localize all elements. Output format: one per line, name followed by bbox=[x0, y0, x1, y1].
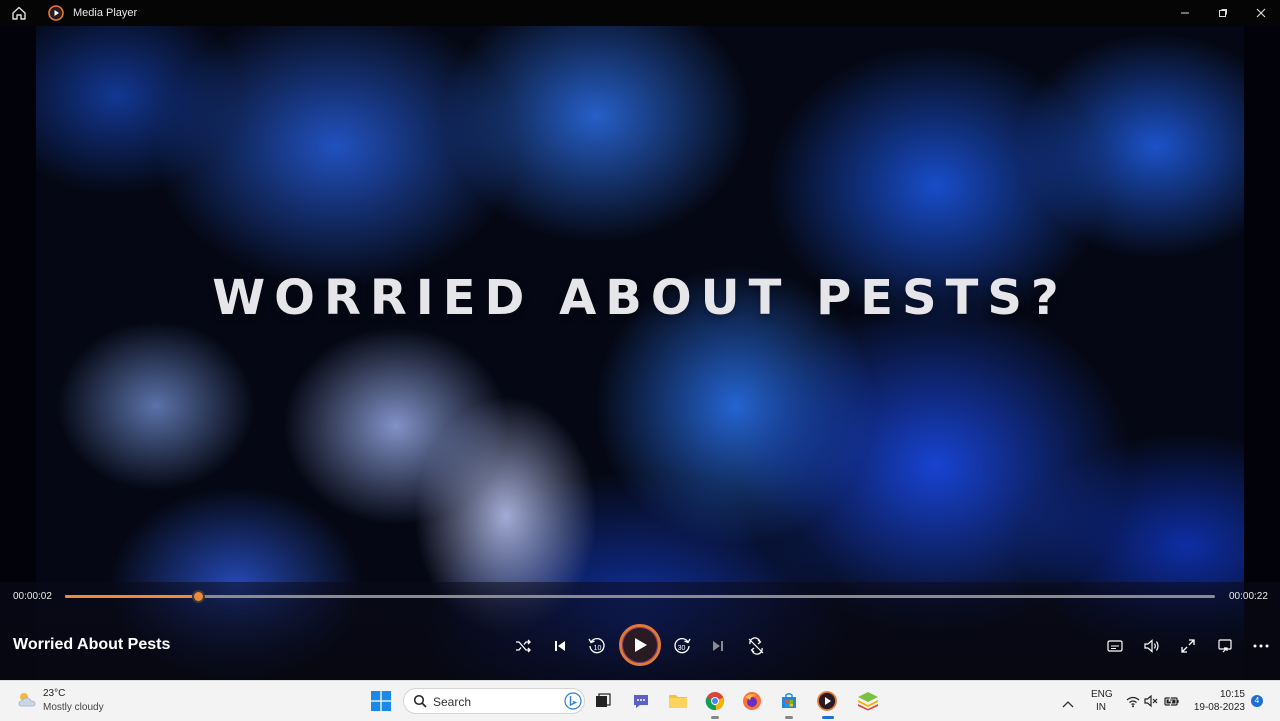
language-region: IN bbox=[1096, 702, 1106, 713]
track-title: Worried About Pests bbox=[13, 636, 171, 653]
chevron-up-icon bbox=[1062, 701, 1074, 708]
search-placeholder: Search bbox=[433, 695, 472, 709]
skip-forward-icon: 30 bbox=[674, 638, 691, 654]
clock-date: 19-08-2023 bbox=[1193, 702, 1245, 713]
teams-chat-button[interactable] bbox=[629, 689, 653, 713]
windows-icon bbox=[371, 691, 391, 711]
title-bar: Media Player bbox=[0, 0, 1280, 26]
skip-back-icon: 10 bbox=[588, 638, 605, 654]
weather-temperature[interactable]: 23°C bbox=[43, 688, 65, 699]
store-button[interactable] bbox=[777, 689, 801, 713]
skip-forward-button[interactable]: 30 bbox=[670, 634, 694, 658]
task-view-icon bbox=[596, 693, 611, 707]
next-button[interactable] bbox=[706, 634, 730, 658]
task-view-button[interactable] bbox=[591, 689, 615, 713]
more-options-button[interactable] bbox=[1249, 634, 1273, 658]
bluestacks-button[interactable] bbox=[856, 689, 880, 713]
fullscreen-icon bbox=[1181, 639, 1195, 653]
minimize-button[interactable] bbox=[1166, 0, 1204, 26]
folder-icon bbox=[669, 695, 687, 708]
playback-controls: 00:00:02 00:00:22 Worried About Pests 10… bbox=[0, 582, 1280, 680]
mini-player-button[interactable] bbox=[1213, 634, 1237, 658]
chrome-button[interactable] bbox=[703, 689, 727, 713]
show-hidden-icons-button[interactable] bbox=[1062, 695, 1074, 713]
video-headline: WORRIED ABOUT PESTS? bbox=[212, 270, 1068, 326]
repeat-off-icon bbox=[748, 637, 764, 655]
skip-back-button[interactable]: 10 bbox=[585, 634, 609, 658]
search-icon bbox=[413, 694, 427, 708]
battery-icon[interactable] bbox=[1164, 693, 1180, 709]
window-title: Media Player bbox=[73, 7, 138, 19]
volume-button[interactable] bbox=[1140, 634, 1164, 658]
home-icon[interactable] bbox=[11, 5, 29, 21]
language-indicator[interactable]: ENG IN bbox=[1091, 688, 1113, 714]
firefox-icon bbox=[743, 692, 761, 710]
weather-cloudy-icon[interactable] bbox=[16, 690, 38, 710]
current-time: 00:00:02 bbox=[13, 591, 52, 602]
chrome-icon bbox=[705, 692, 725, 711]
previous-icon bbox=[555, 641, 565, 651]
maximize-button[interactable] bbox=[1204, 0, 1242, 26]
skip-back-seconds: 10 bbox=[594, 645, 602, 652]
active-app-indicator bbox=[822, 716, 834, 719]
seek-thumb[interactable] bbox=[192, 590, 206, 603]
shuffle-icon bbox=[516, 639, 531, 653]
media-player-taskbar-button[interactable] bbox=[815, 689, 839, 713]
bluestacks-icon bbox=[858, 692, 878, 711]
start-button[interactable] bbox=[371, 691, 391, 711]
firefox-button[interactable] bbox=[740, 689, 764, 713]
repeat-button[interactable] bbox=[744, 634, 768, 658]
play-icon bbox=[635, 638, 647, 652]
captions-button[interactable] bbox=[1103, 634, 1127, 658]
clock-time: 10:15 bbox=[1219, 689, 1245, 700]
seek-bar-progress bbox=[65, 595, 199, 598]
store-icon bbox=[782, 693, 796, 708]
skip-forward-seconds: 30 bbox=[678, 645, 686, 652]
bing-icon bbox=[564, 692, 582, 710]
chat-icon bbox=[634, 695, 648, 708]
media-player-icon bbox=[817, 691, 837, 711]
media-player-app-icon bbox=[48, 5, 64, 21]
active-app-indicator bbox=[711, 716, 719, 719]
search-box[interactable]: Search bbox=[403, 688, 585, 714]
captions-icon bbox=[1107, 640, 1123, 652]
more-icon bbox=[1253, 644, 1269, 648]
total-time: 00:00:22 bbox=[1229, 591, 1268, 602]
file-explorer-button[interactable] bbox=[666, 689, 690, 713]
shuffle-button[interactable] bbox=[511, 634, 535, 658]
play-button[interactable] bbox=[619, 624, 661, 666]
notification-badge[interactable]: 4 bbox=[1251, 695, 1263, 707]
taskbar: 23°C Mostly cloudy Search ENG IN 10:15 1… bbox=[0, 680, 1280, 721]
language-code: ENG bbox=[1091, 689, 1113, 700]
wifi-icon[interactable] bbox=[1125, 693, 1141, 709]
weather-description[interactable]: Mostly cloudy bbox=[43, 702, 104, 713]
volume-icon bbox=[1144, 639, 1159, 653]
seek-bar[interactable] bbox=[65, 590, 1215, 603]
previous-button[interactable] bbox=[548, 634, 572, 658]
system-clock[interactable]: 10:15 19-08-2023 bbox=[1192, 688, 1245, 714]
next-icon bbox=[713, 641, 723, 651]
fullscreen-button[interactable] bbox=[1176, 634, 1200, 658]
active-app-indicator bbox=[785, 716, 793, 719]
mini-player-icon bbox=[1218, 639, 1232, 653]
close-button[interactable] bbox=[1242, 0, 1280, 26]
volume-muted-icon[interactable] bbox=[1143, 693, 1159, 709]
